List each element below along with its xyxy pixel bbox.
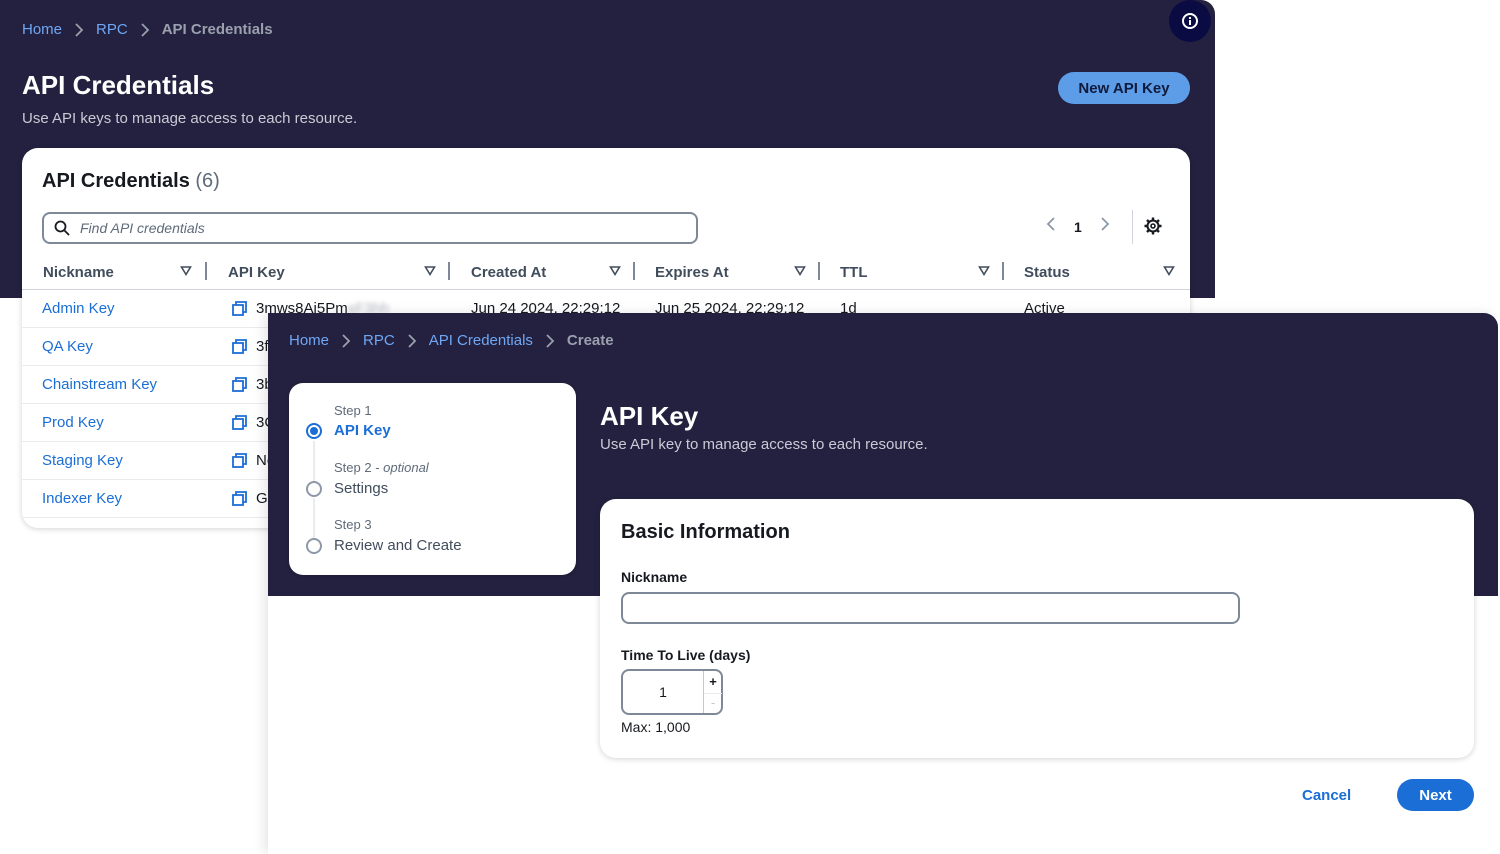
column-header-ttl[interactable]: TTL [840,254,868,290]
row-nickname-link[interactable]: QA Key [42,338,93,355]
column-header-nickname[interactable]: Nickname [43,254,114,290]
table-header: Nickname API Key Created At Expires At T… [22,254,1190,290]
breadcrumb-api-credentials[interactable]: API Credentials [429,332,533,349]
copy-icon[interactable] [232,377,247,392]
step-2-indicator [306,481,322,497]
chevron-right-icon [545,333,555,349]
breadcrumb-home[interactable]: Home [22,21,62,38]
page-description: Use API keys to manage access to each re… [22,110,358,127]
step-1-name[interactable]: API Key [334,422,391,439]
column-divider [633,262,635,280]
page-title: API Key [600,401,699,431]
sort-caret-icon[interactable] [180,265,192,277]
column-header-created-at[interactable]: Created At [471,254,546,290]
copy-icon[interactable] [232,301,247,316]
pagination: 1 [1046,216,1110,237]
row-nickname-link[interactable]: Prod Key [42,414,104,431]
step-2-label: Step 2 - optional [334,460,429,475]
copy-icon[interactable] [232,415,247,430]
ttl-hint: Max: 1,000 [621,719,691,735]
chevron-right-icon [1101,217,1110,231]
next-page-button[interactable] [1100,216,1110,237]
column-header-api-key[interactable]: API Key [228,254,285,290]
cancel-button[interactable]: Cancel [1302,787,1351,804]
next-button[interactable]: Next [1397,779,1474,811]
sort-caret-icon[interactable] [978,265,990,277]
breadcrumb-rpc[interactable]: RPC [96,21,128,38]
sort-caret-icon[interactable] [794,265,806,277]
gear-icon [1144,217,1162,235]
sort-caret-icon[interactable] [1163,265,1175,277]
pager-divider [1132,210,1133,244]
chevron-left-icon [1046,217,1055,231]
copy-icon[interactable] [232,339,247,354]
info-icon [1182,13,1198,29]
table-title: API Credentials (6) [42,170,220,193]
column-header-status[interactable]: Status [1024,254,1070,290]
search-input[interactable] [80,220,660,236]
step-3-name[interactable]: Review and Create [334,537,462,554]
chevron-right-icon [341,333,351,349]
new-api-key-button[interactable]: New API Key [1058,72,1190,104]
page-title: API Credentials [22,70,215,100]
row-nickname-link[interactable]: Staging Key [42,452,123,469]
row-nickname-link[interactable]: Indexer Key [42,490,122,507]
row-nickname-link[interactable]: Chainstream Key [42,376,157,393]
column-divider [818,262,820,280]
copy-icon[interactable] [232,453,247,468]
column-divider [205,262,207,280]
nickname-input[interactable] [621,592,1240,624]
sort-caret-icon[interactable] [609,265,621,277]
column-divider [448,262,450,280]
chevron-right-icon [407,333,417,349]
create-api-key-window: Home RPC API Credentials Create API Key … [268,313,1500,854]
column-header-expires-at[interactable]: Expires At [655,254,729,290]
section-title: Basic Information [621,521,790,543]
breadcrumb-home[interactable]: Home [289,332,329,349]
step-3-label: Step 3 [334,517,372,532]
breadcrumb-rpc[interactable]: RPC [363,332,395,349]
prev-page-button[interactable] [1046,216,1056,237]
ttl-stepper-buttons: + - [703,671,722,713]
ttl-input[interactable]: 1 [623,671,703,713]
chevron-right-icon [140,22,150,38]
breadcrumb: Home RPC API Credentials [22,21,273,38]
step-1-label: Step 1 [334,403,372,418]
step-2-optional: optional [383,460,429,475]
breadcrumb-current: API Credentials [161,21,273,38]
ttl-decrement-button[interactable]: - [704,693,722,711]
ttl-stepper: 1 + - [621,669,723,715]
search-box [42,212,698,244]
sort-caret-icon[interactable] [424,265,436,277]
row-nickname-link[interactable]: Admin Key [42,300,115,317]
search-icon [54,220,70,236]
step-2-name[interactable]: Settings [334,480,388,497]
wizard-steps: Step 1 API Key Step 2 - optional Setting… [289,383,576,575]
step-3-indicator [306,538,322,554]
breadcrumb: Home RPC API Credentials Create [289,332,614,349]
table-count: (6) [195,170,220,192]
table-title-text: API Credentials [42,170,190,192]
breadcrumb-current: Create [566,332,614,349]
column-divider [1002,262,1004,280]
basic-information-card: Basic Information Nickname Time To Live … [600,499,1474,758]
page-number[interactable]: 1 [1074,219,1082,235]
nickname-label: Nickname [621,569,688,585]
ttl-label: Time To Live (days) [621,647,751,663]
copy-icon[interactable] [232,491,247,506]
step-2-label-text: Step 2 [334,460,372,475]
step-1-indicator [306,423,322,439]
row-api-key: 3f [256,338,269,355]
page-description: Use API key to manage access to each res… [600,436,928,453]
table-settings-button[interactable] [1144,217,1162,240]
chevron-right-icon [74,22,84,38]
ttl-increment-button[interactable]: + [704,673,722,691]
info-button[interactable] [1169,0,1211,42]
